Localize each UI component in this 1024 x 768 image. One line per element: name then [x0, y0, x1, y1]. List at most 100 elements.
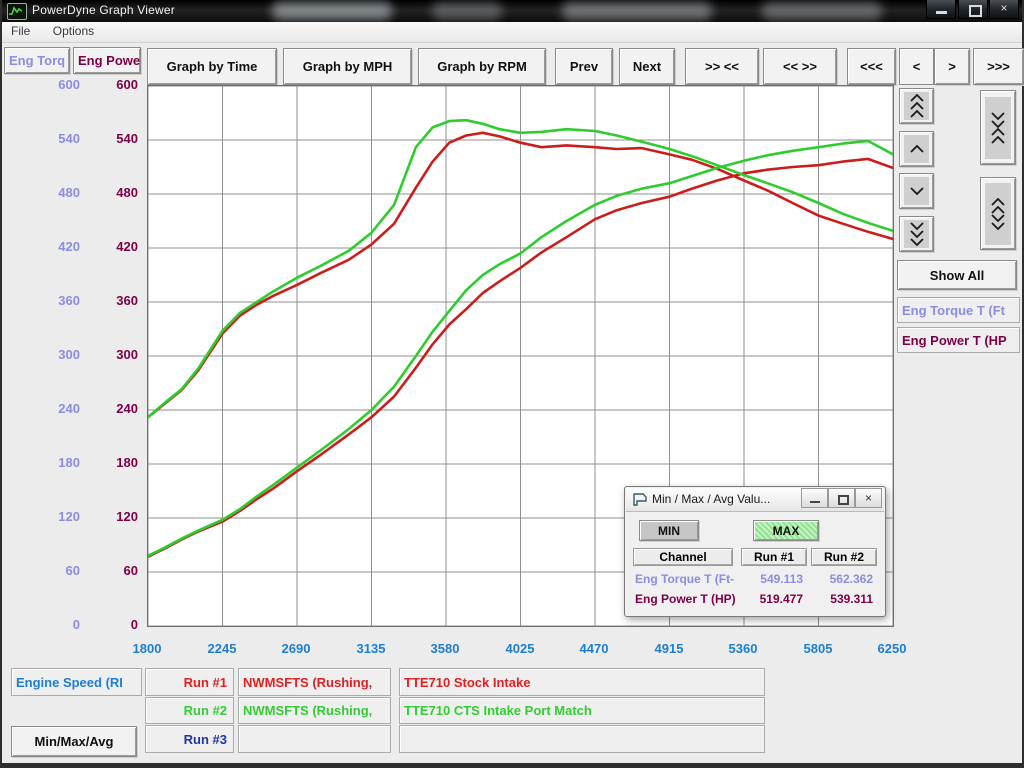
- run2-description-field[interactable]: TTE710 CTS Intake Port Match: [399, 697, 765, 724]
- dialog-close-icon: ×: [865, 491, 872, 505]
- close-icon: ×: [1000, 1, 1007, 15]
- run1-label[interactable]: Run #1: [145, 668, 234, 696]
- power-tick-label: 360: [86, 293, 138, 308]
- chevrons-inward-icon: [985, 97, 1011, 159]
- power-tick-label: 420: [86, 239, 138, 254]
- rpm-tick-label: 3580: [431, 641, 460, 656]
- power-row-run1-max: 519.477: [741, 592, 803, 606]
- scale-up-button[interactable]: [899, 131, 934, 167]
- pan-far-right-button[interactable]: >>>: [973, 48, 1024, 85]
- power-channel-button[interactable]: Eng Power T (HP: [897, 327, 1020, 353]
- rpm-tick-label: 5805: [804, 641, 833, 656]
- min-max-avg-dialog[interactable]: Min / Max / Avg Valu... × MIN MAX Channe…: [624, 486, 886, 617]
- pan-right-button[interactable]: >: [934, 48, 970, 85]
- torque-row-channel: Eng Torque T (Ft-: [635, 572, 734, 586]
- dialog-restore-button[interactable]: [828, 488, 855, 508]
- graph-by-rpm-button[interactable]: Graph by RPM: [418, 48, 546, 85]
- expand-y-button[interactable]: [980, 177, 1016, 250]
- dialog-flag-icon: [633, 493, 647, 506]
- glass-reflection: [762, 2, 882, 20]
- torque-channel-button[interactable]: Eng Torque T (Ft: [897, 297, 1020, 323]
- rpm-tick-label: 4025: [506, 641, 535, 656]
- torque-tick-label: 300: [28, 347, 80, 362]
- glass-reflection: [562, 2, 712, 20]
- show-all-button[interactable]: Show All: [897, 260, 1017, 290]
- menu-file[interactable]: File: [2, 22, 39, 40]
- torque-tick-label: 120: [28, 509, 80, 524]
- pan-left-button[interactable]: <: [899, 48, 934, 85]
- triple-chevron-up-icon: [904, 92, 929, 120]
- power-tick-label: 300: [86, 347, 138, 362]
- dialog-title-bar[interactable]: Min / Max / Avg Valu... ×: [626, 488, 884, 512]
- glass-reflection: [432, 2, 502, 20]
- power-tick-label: 60: [86, 563, 138, 578]
- power-tick-label: 600: [86, 77, 138, 92]
- triple-chevron-down-icon: [904, 220, 929, 248]
- restore-button[interactable]: [958, 0, 988, 19]
- torque-row-run2-max: 562.362: [811, 572, 873, 586]
- power-tick-label: 120: [86, 509, 138, 524]
- app-icon: [7, 3, 27, 20]
- rpm-tick-label: 3135: [357, 641, 386, 656]
- run1-comment-field[interactable]: NWMSFTS (Rushing,: [238, 668, 391, 696]
- power-axis-button[interactable]: Eng Powe: [73, 47, 141, 74]
- power-row-run2-max: 539.311: [811, 592, 873, 606]
- rpm-tick-label: 6250: [878, 641, 907, 656]
- torque-tick-label: 240: [28, 401, 80, 416]
- zoom-in-x-button[interactable]: >> <<: [685, 48, 759, 85]
- glass-reflection: [272, 2, 392, 20]
- chevron-up-icon: [904, 135, 929, 163]
- channel-column-header[interactable]: Channel: [633, 548, 733, 566]
- rpm-tick-label: 1800: [133, 641, 162, 656]
- torque-tick-label: 540: [28, 131, 80, 146]
- rpm-tick-label: 4915: [655, 641, 684, 656]
- min-max-avg-button[interactable]: Min/Max/Avg: [11, 726, 137, 757]
- max-button[interactable]: MAX: [753, 520, 819, 541]
- torque-tick-label: 180: [28, 455, 80, 470]
- x-channel-field[interactable]: Engine Speed (RI: [11, 668, 142, 696]
- power-tick-label: 0: [86, 617, 138, 632]
- run3-comment-field[interactable]: [238, 725, 391, 753]
- scale-down-button[interactable]: [899, 173, 934, 209]
- chevrons-outward-icon: [985, 183, 1011, 245]
- torque-tick-label: 360: [28, 293, 80, 308]
- run3-label[interactable]: Run #3: [145, 725, 234, 753]
- graph-by-time-button[interactable]: Graph by Time: [147, 48, 277, 85]
- run3-description-field[interactable]: [399, 725, 765, 753]
- power-tick-label: 540: [86, 131, 138, 146]
- zoom-out-x-button[interactable]: << >>: [763, 48, 837, 85]
- run1-column-header[interactable]: Run #1: [741, 548, 807, 566]
- run2-label[interactable]: Run #2: [145, 697, 234, 724]
- min-button[interactable]: MIN: [639, 520, 699, 541]
- prev-button[interactable]: Prev: [555, 48, 613, 85]
- scale-down-fast-button[interactable]: [899, 216, 934, 252]
- pan-far-left-button[interactable]: <<<: [847, 48, 896, 85]
- torque-tick-label: 600: [28, 77, 80, 92]
- menu-bar: File Options: [2, 22, 1022, 43]
- powerdyne-window: PowerDyne Graph Viewer × File Options En…: [0, 0, 1024, 768]
- run2-comment-field[interactable]: NWMSFTS (Rushing,: [238, 697, 391, 724]
- dialog-title: Min / Max / Avg Valu...: [652, 492, 770, 506]
- compress-y-button[interactable]: [980, 90, 1016, 165]
- dialog-minimize-button[interactable]: [801, 488, 828, 508]
- close-button[interactable]: ×: [989, 0, 1019, 19]
- dialog-close-button[interactable]: ×: [855, 488, 882, 508]
- torque-tick-label: 480: [28, 185, 80, 200]
- run2-column-header[interactable]: Run #2: [811, 548, 877, 566]
- minimize-button[interactable]: [926, 0, 956, 19]
- torque-row-run1-max: 549.113: [741, 572, 803, 586]
- power-row-channel: Eng Power T (HP): [635, 592, 736, 606]
- torque-tick-label: 60: [28, 563, 80, 578]
- scale-up-fast-button[interactable]: [899, 88, 934, 124]
- rpm-tick-label: 2245: [208, 641, 237, 656]
- chevron-down-icon: [904, 177, 929, 205]
- next-button[interactable]: Next: [619, 48, 675, 85]
- graph-by-mph-button[interactable]: Graph by MPH: [283, 48, 412, 85]
- menu-options[interactable]: Options: [44, 22, 103, 40]
- torque-axis-button[interactable]: Eng Torq: [4, 47, 70, 74]
- run1-description-field[interactable]: TTE710 Stock Intake: [399, 668, 765, 696]
- power-tick-label: 480: [86, 185, 138, 200]
- window-title: PowerDyne Graph Viewer: [32, 3, 175, 17]
- title-bar[interactable]: PowerDyne Graph Viewer ×: [2, 0, 1022, 22]
- torque-tick-label: 0: [28, 617, 80, 632]
